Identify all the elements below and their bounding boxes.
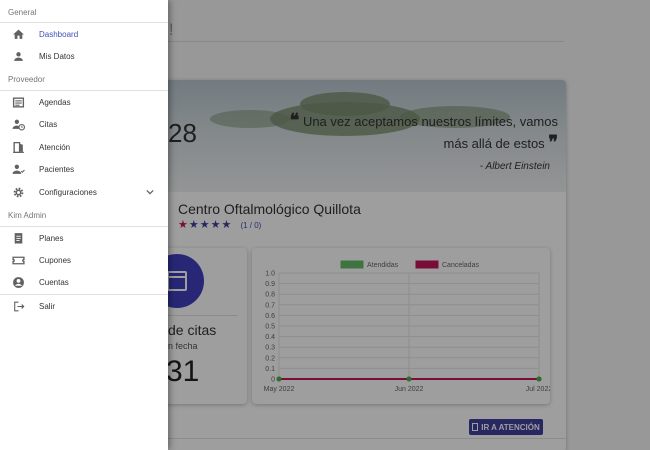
nav-item-agendas[interactable]: Agendas [0,92,168,112]
navigation-drawer: General Dashboard Mis Datos Proveedor Ag… [0,0,168,450]
account-circle-icon [13,276,24,288]
logout-icon [14,301,25,311]
section-divider [0,294,168,295]
nav-item-citas[interactable]: Citas [0,114,168,134]
section-proveedor: Proveedor [8,75,45,84]
nav-item-salir[interactable]: Salir [0,296,168,316]
section-divider [0,90,168,91]
chevron-down-icon[interactable] [146,188,154,196]
nav-label-citas: Citas [39,119,58,129]
nav-label-configuraciones: Configuraciones [39,187,97,197]
gear-icon [13,187,24,197]
person-clock-icon [12,119,25,130]
nav-item-pacientes[interactable]: Pacientes [0,159,168,179]
nav-label-pacientes: Pacientes [39,164,75,174]
nav-label-atencion: Atención [39,142,71,152]
nav-label-agendas: Agendas [39,97,71,107]
nav-item-mis-datos[interactable]: Mis Datos [0,46,168,66]
list-icon [12,96,25,108]
nav-label-mis-datos: Mis Datos [39,51,75,61]
section-kim-admin: Kim Admin [8,211,47,220]
nav-item-cuentas[interactable]: Cuentas [0,272,168,292]
nav-item-cupones[interactable]: Cupones [0,250,168,270]
nav-label-cupones: Cupones [39,255,72,265]
nav-label-dashboard: Dashboard [39,29,79,39]
nav-item-atencion[interactable]: Atención [0,137,168,157]
nav-item-planes[interactable]: Planes [0,228,168,248]
section-general: General [8,8,37,17]
person-icon [14,51,23,61]
receipt-icon [14,232,23,244]
person-add-icon [12,164,25,174]
nav-item-dashboard[interactable]: Dashboard [0,24,168,44]
nav-label-cuentas: Cuentas [39,277,69,287]
section-divider [0,22,168,23]
home-icon [13,29,24,39]
nav-label-planes: Planes [39,233,64,243]
ticket-icon [12,256,25,264]
section-divider [0,226,168,227]
nav-label-salir: Salir [39,301,56,311]
door-icon [13,141,24,153]
nav-item-configuraciones[interactable]: Configuraciones [0,182,168,202]
